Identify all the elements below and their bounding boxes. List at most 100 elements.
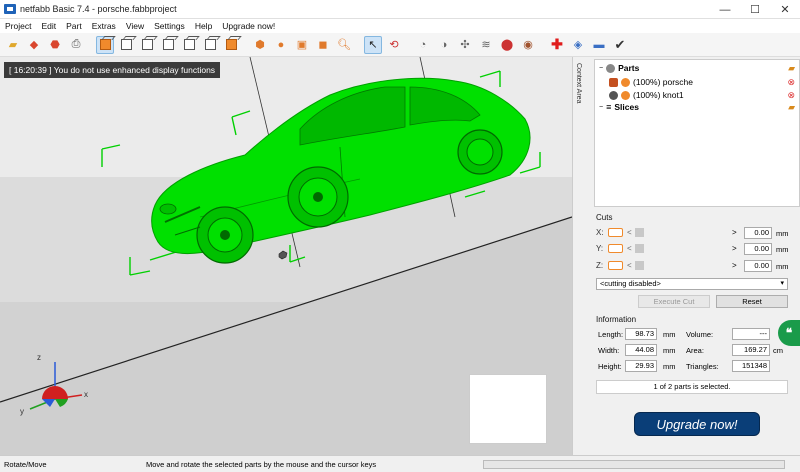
add-part-icon: ◆ — [29, 39, 39, 51]
cursor-arrow-icon: ↖ — [368, 39, 378, 51]
menu-bar: Project Edit Part Extras View Settings H… — [0, 19, 800, 33]
remove-part-icon[interactable]: ⊗ — [787, 90, 795, 101]
align-button[interactable]: ◑ — [435, 36, 453, 54]
tree-item-porsche[interactable]: (100%) porsche — [609, 77, 693, 87]
menu-project[interactable]: Project — [0, 21, 36, 31]
cut-right-icon[interactable]: > — [732, 244, 737, 253]
cut-left-icon[interactable]: < — [627, 261, 632, 270]
menu-part[interactable]: Part — [61, 21, 87, 31]
remove-part-icon[interactable]: ⊗ — [787, 77, 795, 88]
zoom-platform-button[interactable]: ◼ — [314, 36, 332, 54]
cut-plane-z-toggle[interactable] — [608, 261, 623, 270]
cut-right-icon[interactable]: > — [732, 228, 737, 237]
height-value: 29.93 — [625, 360, 657, 372]
y-axis-label: y — [20, 407, 24, 416]
tree-item-knot[interactable]: (100%) knot1 — [609, 90, 684, 100]
zoom-parts-icon: ⬢ — [255, 39, 265, 51]
cut-row-z: Z: < — [596, 261, 644, 270]
tree-item-parts[interactable]: − Parts — [599, 63, 639, 73]
width-unit: mm — [663, 346, 676, 355]
print-button[interactable]: ⎙ — [67, 36, 85, 54]
length-label: Length: — [598, 330, 624, 339]
view-back-button[interactable] — [138, 36, 156, 54]
close-button[interactable]: ✕ — [770, 0, 800, 19]
cube-right-icon — [183, 39, 195, 50]
select-tool-button[interactable]: ↖ — [364, 35, 382, 54]
reset-button[interactable]: Reset — [716, 295, 788, 308]
menu-settings[interactable]: Settings — [149, 21, 190, 31]
width-value: 44.08 — [625, 344, 657, 356]
cut-mode-select[interactable]: <cutting disabled> ▾ — [596, 278, 788, 290]
window-controls: — ☐ ✕ — [710, 0, 800, 19]
align-icon: ◑ — [440, 38, 448, 51]
part-label: (100%) porsche — [633, 77, 694, 87]
cut-x-input[interactable]: 0.00 — [744, 227, 772, 239]
chat-bubble-icon[interactable]: ❝ — [778, 320, 800, 346]
zoom-selection-button[interactable]: ▣ — [293, 36, 311, 54]
layers-button[interactable]: ≋ — [477, 36, 495, 54]
measure-icon: ◔ — [419, 38, 427, 51]
view-left-button[interactable] — [159, 36, 177, 54]
maximize-button[interactable]: ☐ — [740, 0, 770, 19]
view-bottom-button[interactable] — [222, 36, 240, 54]
eye-icon[interactable] — [621, 77, 630, 87]
cut-slider-y[interactable] — [634, 244, 644, 253]
app-logo-icon — [4, 4, 16, 14]
zoom-parts-button[interactable]: ⬢ — [251, 36, 269, 54]
open-project-button[interactable]: ▰ — [4, 36, 22, 54]
globe-button[interactable]: ◉ — [519, 36, 537, 54]
apply-button[interactable]: ✔ — [611, 36, 629, 54]
zoom-all-icon: ● — [277, 38, 285, 51]
cut-right-icon[interactable]: > — [732, 261, 737, 270]
view-right-button[interactable] — [180, 36, 198, 54]
display-settings-button[interactable]: ◈ — [569, 36, 587, 54]
rotate-tool-button[interactable]: ⟲ — [385, 36, 403, 54]
cube-top-icon — [204, 39, 216, 50]
zoom-all-button[interactable]: ● — [272, 36, 290, 54]
eye-icon[interactable] — [621, 90, 630, 100]
parts-folder-icon[interactable]: ▰ — [788, 63, 795, 74]
zoom-button[interactable]: 🔍︎ — [335, 36, 353, 54]
cut-slider-z[interactable] — [634, 261, 644, 270]
height-label: Height: — [598, 362, 622, 371]
cut-left-icon[interactable]: < — [627, 228, 632, 237]
collapse-icon: − — [599, 64, 604, 72]
menu-view[interactable]: View — [121, 21, 149, 31]
menu-upgrade[interactable]: Upgrade now! — [217, 21, 280, 31]
repair-button[interactable]: ⬣ — [46, 36, 64, 54]
cut-axis-label: X: — [596, 228, 604, 237]
ruler-button[interactable]: ▬ — [590, 36, 608, 54]
cut-left-icon[interactable]: < — [627, 244, 632, 253]
view-perspective-button[interactable] — [96, 35, 114, 54]
view-top-button[interactable] — [201, 36, 219, 54]
context-area-tab[interactable]: Context Area — [572, 57, 586, 455]
cut-plane-y-toggle[interactable] — [608, 244, 623, 253]
tree-item-slices[interactable]: − ≡ Slices — [599, 102, 639, 112]
triangles-label: Triangles: — [686, 362, 719, 371]
zoom-platform-icon: ◼ — [318, 39, 328, 51]
cut-y-input[interactable]: 0.00 — [744, 243, 772, 255]
add-part-button[interactable]: ◆ — [25, 36, 43, 54]
cut-z-input[interactable]: 0.00 — [744, 260, 772, 272]
view-front-button[interactable] — [117, 36, 135, 54]
magnifier-icon: 🔍︎ — [337, 39, 351, 51]
cut-slider-x[interactable] — [634, 228, 644, 237]
add-button[interactable]: ✚ — [548, 36, 566, 54]
display-settings-icon: ◈ — [573, 39, 583, 51]
cube-bottom-icon — [225, 39, 237, 50]
measure-button[interactable]: ◔ — [414, 36, 432, 54]
execute-cut-button[interactable]: Execute Cut — [638, 295, 710, 308]
upgrade-now-button[interactable]: Upgrade now! — [634, 412, 760, 436]
3d-viewport[interactable]: z x y [ 16:20:39 ] You do not use enhanc… — [0, 57, 572, 455]
menu-help[interactable]: Help — [190, 21, 217, 31]
cut-plane-x-toggle[interactable] — [608, 228, 623, 237]
analyze-button[interactable]: ✣ — [456, 36, 474, 54]
minimize-button[interactable]: — — [710, 0, 740, 19]
triangles-value: 151348 — [732, 360, 770, 372]
menu-extras[interactable]: Extras — [87, 21, 121, 31]
zoom-selection-icon: ▣ — [296, 39, 308, 51]
split-color-button[interactable]: ⬤ — [498, 36, 516, 54]
menu-edit[interactable]: Edit — [36, 21, 61, 31]
slices-folder-icon[interactable]: ▰ — [788, 102, 795, 113]
area-value: 169.27 — [732, 344, 770, 356]
